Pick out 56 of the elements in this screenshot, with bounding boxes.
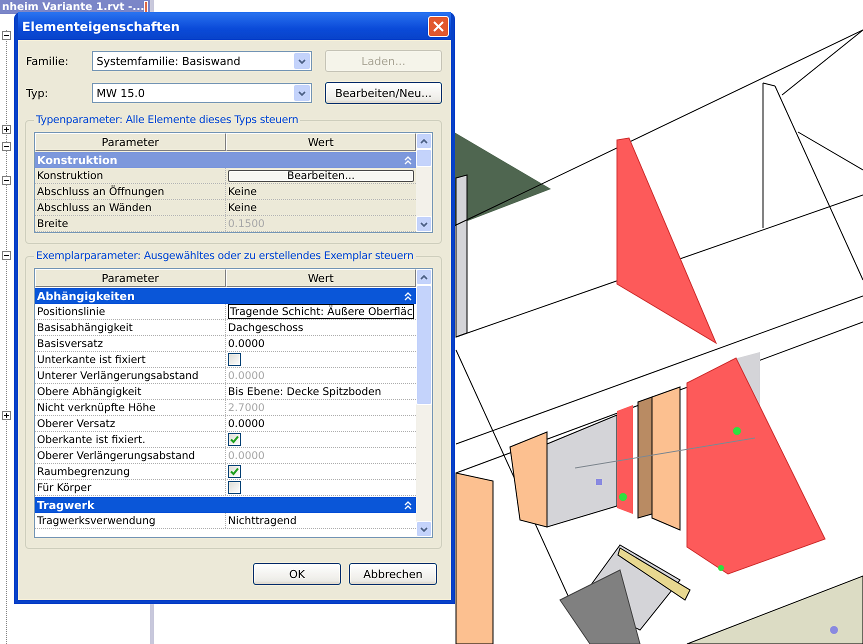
parameter-name: Oberer Verlängerungsabstand xyxy=(36,448,196,463)
parameter-name: Obere Abhängigkeit xyxy=(36,384,142,399)
parameter-name: Für Körper xyxy=(36,480,92,495)
section-title: Tragwerk xyxy=(37,498,94,512)
checkbox[interactable] xyxy=(228,481,241,494)
parameter-name: Nicht verknüpfte Höhe xyxy=(36,400,157,415)
section-header[interactable]: Tragwerk xyxy=(35,497,416,513)
collapse-icon[interactable] xyxy=(2,31,11,40)
section-header[interactable]: Abhängigkeiten xyxy=(35,288,416,304)
parameter-name: Raumbegrenzung xyxy=(36,464,131,479)
scrollbar[interactable] xyxy=(416,269,432,537)
parameter-name: Positionslinie xyxy=(36,304,106,319)
column-header[interactable]: Wert xyxy=(226,269,416,287)
dropdown-field[interactable]: Tragende Schicht: Äußere Oberfläc xyxy=(228,304,414,319)
edit-button[interactable]: Bearbeiten... xyxy=(228,170,414,182)
group-title: Typenparameter: Alle Elemente dieses Typs steuern xyxy=(35,114,300,126)
parameter-name: Tragwerksverwendung xyxy=(36,514,157,528)
expand-icon[interactable] xyxy=(2,411,11,420)
parameter-name: Konstruktion xyxy=(36,168,104,183)
collapse-icon[interactable] xyxy=(2,176,11,185)
dialog-button[interactable]: Bearbeiten/Neu... xyxy=(324,82,442,104)
dialog-button[interactable]: Abbrechen xyxy=(349,563,437,585)
collapse-icon[interactable] xyxy=(2,142,11,151)
column-header[interactable]: Parameter xyxy=(35,269,226,287)
checkbox[interactable] xyxy=(228,433,241,446)
field-label: Typ: xyxy=(25,86,50,100)
section-title: Konstruktion xyxy=(37,154,118,166)
field-label: Familie: xyxy=(25,54,70,68)
close-button[interactable] xyxy=(428,16,449,36)
dialog-button[interactable]: OK xyxy=(253,563,341,585)
panel-title: nheim Variante 1.rvt -... xyxy=(2,0,144,14)
parameter-name: Unterkante ist fixiert xyxy=(36,352,147,367)
collapse-icon[interactable] xyxy=(2,251,11,260)
dropdown-value: Systemfamilie: Basiswand xyxy=(96,54,240,68)
parameter-name: Basisabhängigkeit xyxy=(36,320,134,335)
parameter-name: Abschluss an Wänden xyxy=(36,200,153,215)
section-title: Abhängigkeiten xyxy=(37,290,135,302)
dropdown-value: MW 15.0 xyxy=(96,86,145,100)
scrollbar[interactable] xyxy=(416,133,432,232)
column-header[interactable]: Parameter xyxy=(35,133,226,151)
expand-icon[interactable] xyxy=(2,125,11,134)
dropdown-field[interactable]: MW 15.0 xyxy=(92,83,312,103)
parameter-name: Unterer Verlängerungsabstand xyxy=(36,368,200,383)
parameter-name: Breite xyxy=(36,216,70,231)
scrollbar-thumb[interactable] xyxy=(416,285,432,405)
parameter-name: Basisversatz xyxy=(36,336,104,351)
parameter-name: Oberkante ist fixiert. xyxy=(36,432,146,447)
parameter-name: Abschluss an Öffnungen xyxy=(36,184,166,199)
checkbox[interactable] xyxy=(228,353,241,366)
checkbox[interactable] xyxy=(228,465,241,478)
dropdown-field[interactable]: Systemfamilie: Basiswand xyxy=(92,51,312,71)
group-title: Exemplarparameter: Ausgewähltes oder zu erstellendes Exemplar steuern xyxy=(35,250,415,262)
parameter-name: Oberer Versatz xyxy=(36,416,116,431)
column-header[interactable]: Wert xyxy=(226,133,416,151)
window-title: Elementeigenschaften xyxy=(22,18,180,34)
scrollbar-thumb[interactable] xyxy=(416,149,432,167)
